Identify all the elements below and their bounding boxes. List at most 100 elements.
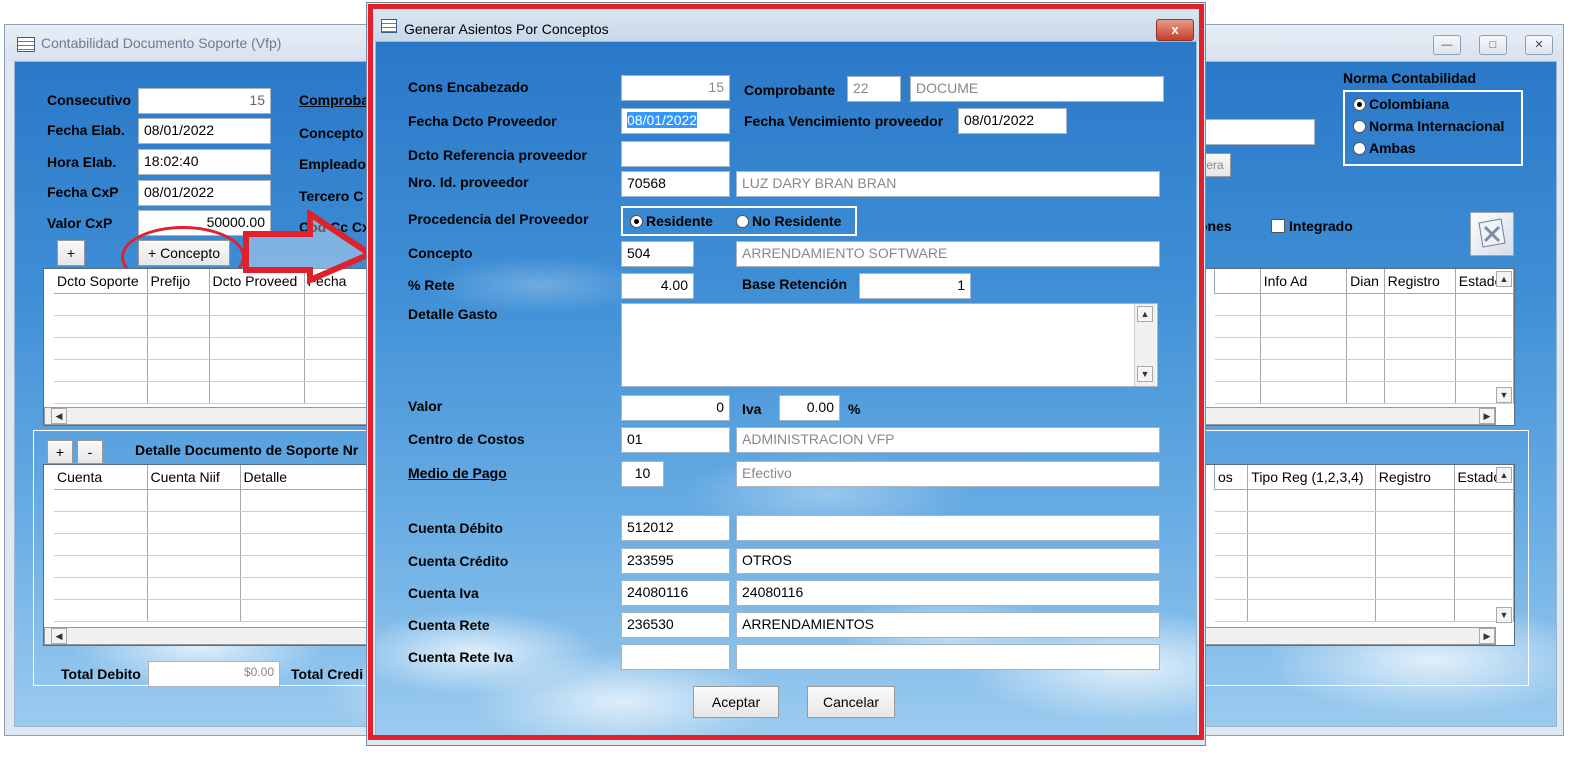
radio-icon	[1353, 142, 1366, 155]
procedencia-residente-radio[interactable]: Residente	[630, 213, 713, 229]
iva-percent-label: %	[848, 401, 861, 417]
scroll-right-icon[interactable]: ▶	[1479, 408, 1495, 424]
total-debito-label: Total Debito	[61, 666, 141, 682]
col-tipo-reg[interactable]: Tipo Reg (1,2,3,4)	[1247, 465, 1376, 490]
annotation-arrow-icon	[243, 210, 377, 285]
detalle-add-button[interactable]: +	[47, 440, 73, 464]
cuenta-rete-iva-name-field[interactable]	[736, 644, 1160, 670]
scroll-up-icon[interactable]: ▲	[1496, 271, 1512, 287]
centro-costos-code-field[interactable]: 01	[621, 427, 730, 453]
col-registro[interactable]: Registro	[1384, 269, 1456, 294]
dialog-close-button[interactable]: x	[1156, 19, 1194, 41]
norma-option-ambas[interactable]: Ambas	[1353, 140, 1416, 156]
cuenta-debito-code-field[interactable]: 512012	[621, 515, 730, 541]
col-dcto-soporte[interactable]: Dcto Soporte	[54, 269, 148, 294]
comprobante-name-field[interactable]: DOCUME	[910, 76, 1164, 102]
total-credito-label: Total Credi	[291, 666, 364, 682]
col-detalle[interactable]: Detalle	[240, 465, 371, 490]
detalle-gasto-textarea[interactable]	[621, 303, 1158, 387]
concepto-name-field[interactable]: ARRENDAMIENTO SOFTWARE	[736, 241, 1160, 267]
cons-encabezado-label: Cons Encabezado	[408, 79, 529, 95]
dialog-window-icon	[381, 19, 397, 33]
dcto-ref-field[interactable]	[621, 141, 730, 167]
scroll-down-icon[interactable]: ▼	[1137, 366, 1153, 382]
iva-label: Iva	[742, 401, 762, 417]
hora-elab-label: Hora Elab.	[47, 154, 117, 170]
medio-pago-code-field[interactable]: 10	[621, 461, 664, 487]
app-window-icon	[17, 37, 35, 52]
base-retencion-field[interactable]: 1	[859, 273, 971, 299]
back-right-field[interactable]	[1199, 119, 1315, 145]
scroll-down-icon[interactable]: ▼	[1496, 607, 1512, 623]
scroll-up-icon[interactable]: ▲	[1137, 306, 1153, 322]
cuenta-debito-name-field[interactable]	[736, 515, 1160, 541]
col-cuenta-niif[interactable]: Cuenta Niif	[147, 465, 241, 490]
base-retencion-label: Base Retención	[742, 276, 848, 292]
fecha-cxp-field[interactable]: 08/01/2022	[138, 180, 271, 206]
cuenta-rete-iva-code-field[interactable]	[621, 644, 730, 670]
fecha-venc-field[interactable]: 08/01/2022	[958, 108, 1067, 134]
hora-elab-field[interactable]: 18:02:40	[138, 149, 271, 175]
valor-label: Valor	[408, 398, 443, 414]
cons-encabezado-field[interactable]: 15	[621, 75, 730, 101]
norma-option-colombiana[interactable]: Colombiana	[1353, 96, 1449, 112]
rete-field[interactable]: 4.00	[621, 273, 694, 299]
cuenta-credito-code-field[interactable]: 233595	[621, 548, 730, 574]
radio-icon	[1353, 120, 1366, 133]
cuenta-iva-code-field[interactable]: 24080116	[621, 580, 730, 606]
comprobante-code-field[interactable]: 22	[847, 76, 901, 102]
medio-pago-link[interactable]: Medio de Pago	[408, 465, 507, 481]
nro-id-field[interactable]: 70568	[621, 171, 730, 197]
cuenta-rete-label: Cuenta Rete	[408, 617, 490, 633]
scroll-right-icon[interactable]: ▶	[1479, 628, 1495, 644]
dcto-ref-label: Dcto Referencia proveedor	[408, 147, 587, 163]
scroll-left-icon[interactable]: ◀	[51, 628, 67, 644]
detalle-title: Detalle Documento de Soporte Nr	[135, 442, 359, 458]
detalle-gasto-label: Detalle Gasto	[408, 306, 498, 322]
minimize-button[interactable]: —	[1433, 35, 1461, 55]
norma-option-internacional[interactable]: Norma Internacional	[1353, 118, 1504, 134]
detalle-gasto-scrollbar[interactable]: ▲ ▼	[1134, 304, 1156, 386]
iva-field[interactable]: 0.00	[779, 395, 840, 421]
scroll-up-icon[interactable]: ▲	[1496, 467, 1512, 483]
cuenta-credito-name-field[interactable]: OTROS	[736, 548, 1160, 574]
cuenta-iva-label: Cuenta Iva	[408, 585, 479, 601]
cuenta-rete-name-field[interactable]: ARRENDAMIENTOS	[736, 612, 1160, 638]
close-button[interactable]: ✕	[1525, 35, 1553, 55]
comprobante-link[interactable]: Comproba	[299, 92, 369, 108]
cuenta-iva-name-field[interactable]: 24080116	[736, 580, 1160, 606]
centro-costos-name-field[interactable]: ADMINISTRACION VFP	[736, 427, 1160, 453]
scroll-down-icon[interactable]: ▼	[1496, 387, 1512, 403]
integrado-checkbox[interactable]: Integrado	[1271, 218, 1353, 234]
fecha-elab-field[interactable]: 08/01/2022	[138, 118, 271, 144]
col-cuenta[interactable]: Cuenta	[54, 465, 148, 490]
medio-pago-name-field[interactable]: Efectivo	[736, 461, 1160, 487]
scroll-left-icon[interactable]: ◀	[51, 408, 67, 424]
maximize-button[interactable]: □	[1479, 35, 1507, 55]
radio-selected-icon	[1353, 98, 1366, 111]
procedencia-no-residente-radio[interactable]: No Residente	[736, 213, 841, 229]
valor-field[interactable]: 0	[621, 395, 730, 421]
col-registro-2[interactable]: Registro	[1375, 465, 1455, 490]
col-os[interactable]: os	[1213, 465, 1249, 490]
checkbox-icon	[1271, 219, 1285, 233]
fecha-dcto-field[interactable]: 08/01/2022	[621, 108, 730, 134]
centro-costos-label: Centro de Costos	[408, 431, 525, 447]
col-dian[interactable]: Dian	[1346, 269, 1385, 294]
concepto-label: Concepto	[408, 245, 473, 261]
add-row-button[interactable]: +	[57, 240, 85, 266]
cuenta-rete-code-field[interactable]: 236530	[621, 612, 730, 638]
col-info-ad[interactable]: Info Ad	[1260, 269, 1348, 294]
consecutivo-field[interactable]: 15	[138, 88, 271, 114]
total-debito-field: $0.00	[148, 661, 280, 687]
aceptar-button[interactable]: Aceptar	[693, 686, 779, 718]
concepto-label: Concepto	[299, 125, 364, 141]
consecutivo-label: Consecutivo	[47, 92, 132, 108]
proveedor-name-field[interactable]: LUZ DARY BRAN BRAN	[736, 171, 1160, 197]
col-prefijo[interactable]: Prefijo	[147, 269, 210, 294]
export-excel-icon[interactable]	[1470, 212, 1514, 256]
detalle-remove-button[interactable]: -	[77, 440, 103, 464]
concepto-code-field[interactable]: 504	[621, 241, 694, 267]
cancelar-button[interactable]: Cancelar	[807, 686, 895, 718]
radio-selected-icon	[630, 215, 643, 228]
